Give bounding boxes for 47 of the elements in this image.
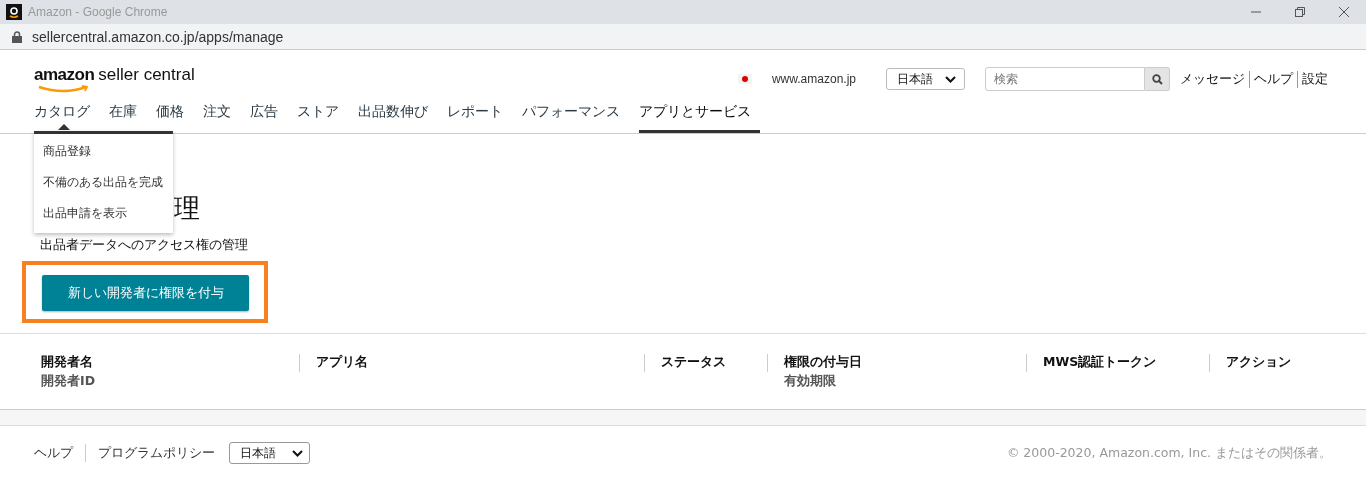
marketplace-link[interactable]: www.amazon.jp: [771, 72, 856, 86]
column-subheader: 開発者ID: [41, 373, 97, 390]
language-select[interactable]: 日本語: [229, 442, 310, 464]
language-select[interactable]: 日本語: [886, 68, 965, 90]
menu-item[interactable]: 商品登録: [34, 136, 173, 167]
column-header: アクション: [1226, 354, 1292, 371]
nav-tab[interactable]: 広告: [250, 103, 287, 133]
menu-item[interactable]: 不備のある出品を完成: [34, 167, 173, 198]
header-link[interactable]: ヘルプ: [1249, 70, 1297, 88]
logo-brand[interactable]: amazon: [34, 65, 95, 85]
page-title: 理: [174, 192, 201, 224]
japan-flag-icon: [737, 74, 752, 84]
search-button[interactable]: [1145, 67, 1170, 91]
search-icon: [1151, 73, 1163, 85]
column-subheader: 有効期限: [784, 373, 837, 390]
amazon-logo-icon: [6, 4, 22, 20]
restore-icon[interactable]: [1294, 6, 1306, 18]
nav-tab[interactable]: ストア: [297, 103, 348, 133]
header-link[interactable]: 設定: [1297, 70, 1332, 88]
address-bar[interactable]: sellercentral.amazon.co.jp/apps/manage: [32, 28, 284, 45]
close-icon[interactable]: [1338, 6, 1350, 18]
column-header: ステータス: [661, 354, 727, 371]
nav-tab[interactable]: レポート: [447, 103, 512, 133]
menu-item[interactable]: 出品申請を表示: [34, 198, 173, 229]
footer-link[interactable]: プログラムポリシー: [85, 444, 227, 462]
column-header: MWS認証トークン: [1043, 354, 1158, 371]
nav-tab[interactable]: 価格: [156, 103, 193, 133]
grant-permission-button[interactable]: 新しい開発者に権限を付与: [42, 275, 249, 311]
nav-tab[interactable]: パフォーマンス: [522, 103, 629, 133]
nav-tab[interactable]: 在庫: [109, 103, 146, 133]
page-subtitle: 出品者データへのアクセス権の管理: [40, 237, 249, 254]
nav-tab[interactable]: 出品数伸び: [358, 103, 437, 133]
lock-icon: [12, 30, 22, 43]
column-header: アプリ名: [316, 354, 369, 371]
column-header: 権限の付与日: [784, 354, 863, 371]
copyright-text: © 2000-2020, Amazon.com, Inc. またはその関係者。: [1006, 444, 1332, 462]
smile-arrow-icon: [38, 85, 90, 93]
search-field[interactable]: 検索: [985, 67, 1145, 91]
footer-link[interactable]: ヘルプ: [34, 444, 85, 462]
column-header: 開発者名: [41, 354, 94, 371]
nav-tab[interactable]: アプリとサービス: [639, 103, 760, 133]
window-title: Amazon - Google Chrome: [28, 5, 168, 19]
header-link[interactable]: メッセージ: [1176, 70, 1249, 88]
chevron-down-icon: [945, 75, 956, 83]
chevron-down-icon: [292, 449, 303, 457]
logo-product[interactable]: seller central: [98, 65, 195, 85]
nav-tab[interactable]: 注文: [203, 103, 240, 133]
